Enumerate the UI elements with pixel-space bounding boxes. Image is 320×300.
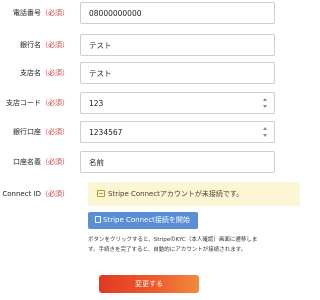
connect-button-label: Stripe Connect接続を開始	[103, 216, 190, 224]
stripe-help-text: ボタンをクリックすると、StripeのKYC（本人確認）画面に遷移しま す。手続…	[88, 235, 298, 255]
account-holder-label: 口座名義（必須）	[13, 151, 69, 173]
stepper-up-icon[interactable]	[263, 127, 267, 130]
branch-name-label: 支店名（必須）	[20, 62, 69, 84]
branch-code-label-text: 支店コード	[6, 99, 41, 107]
form-row-bank-name: 銀行名（必須）	[0, 34, 300, 56]
required-mark: （必須）	[41, 128, 69, 136]
phone-label: 電話番号（必須）	[13, 2, 69, 24]
bank-name-label: 銀行名（必須）	[20, 34, 69, 56]
notice-text: Stripe Connectアカウントが未接続です。	[108, 190, 244, 198]
warning-card-icon	[97, 190, 105, 197]
account-number-field[interactable]	[80, 121, 275, 143]
branch-name-label-text: 支店名	[20, 69, 41, 77]
required-mark: （必須）	[41, 41, 69, 49]
stripe-connect-label: Stripe Connect ID（必須）	[0, 183, 69, 205]
form-row-account-number: 銀行口座（必須）	[0, 121, 300, 143]
bank-name-field[interactable]	[80, 34, 275, 56]
required-mark: （必須）	[41, 69, 69, 77]
required-mark: （必須）	[41, 9, 69, 17]
phone-label-text: 電話番号	[13, 9, 41, 17]
stripe-not-connected-notice: Stripe Connectアカウントが未接続です。	[88, 182, 300, 206]
account-number-label: 銀行口座（必須）	[13, 121, 69, 143]
stripe-connect-label-text: Stripe Connect ID	[0, 190, 41, 198]
form-row-branch-name: 支店名（必須）	[0, 62, 300, 84]
bank-name-label-text: 銀行名	[20, 41, 41, 49]
stepper-up-icon[interactable]	[263, 98, 267, 101]
form-row-phone: 電話番号（必須）	[0, 2, 300, 24]
bank-account-form: 電話番号（必須） 銀行名（必須） 支店名（必須） 支店コード（必須） 銀行口座（…	[0, 0, 300, 300]
help-line-2: す。手続きを完了すると、自動的にアカウントが接続されます。	[88, 247, 247, 253]
stepper-down-icon[interactable]	[263, 105, 267, 108]
account-holder-label-text: 口座名義	[13, 158, 41, 166]
form-row-account-holder: 口座名義（必須）	[0, 151, 300, 173]
required-mark: （必須）	[41, 99, 69, 107]
required-mark: （必須）	[41, 190, 69, 198]
form-row-branch-code: 支店コード（必須）	[0, 92, 300, 114]
document-icon	[95, 216, 101, 223]
stepper-down-icon[interactable]	[263, 134, 267, 137]
account-number-stepper[interactable]	[262, 127, 268, 137]
branch-name-field[interactable]	[80, 62, 275, 84]
submit-button[interactable]: 変更する	[99, 275, 199, 293]
branch-code-field[interactable]	[80, 92, 275, 114]
branch-code-stepper[interactable]	[262, 98, 268, 108]
help-line-1: ボタンをクリックすると、StripeのKYC（本人確認）画面に遷移しま	[88, 237, 258, 243]
account-holder-field[interactable]	[80, 151, 275, 173]
phone-field[interactable]	[80, 2, 275, 24]
account-number-label-text: 銀行口座	[13, 128, 41, 136]
required-mark: （必須）	[41, 158, 69, 166]
stripe-connect-button[interactable]: Stripe Connect接続を開始	[88, 212, 198, 229]
branch-code-label: 支店コード（必須）	[6, 92, 69, 114]
